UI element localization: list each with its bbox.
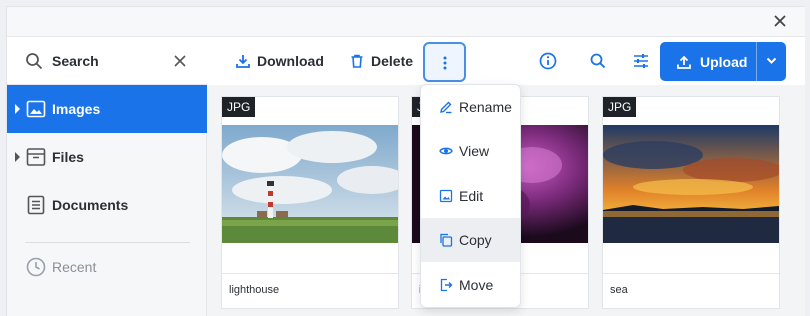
file-manager-window: Search Images Files Documents Recent Dow… bbox=[6, 6, 805, 316]
expand-caret-icon[interactable] bbox=[15, 152, 20, 162]
sidebar-item-label: Images bbox=[52, 101, 101, 117]
trash-icon bbox=[351, 54, 363, 68]
copy-icon bbox=[440, 233, 453, 247]
filter-settings-icon[interactable] bbox=[631, 51, 651, 71]
search-icon[interactable] bbox=[588, 51, 608, 71]
sidebar-item-label: Documents bbox=[52, 197, 129, 213]
search-label: Search bbox=[52, 53, 99, 69]
pencil-icon bbox=[440, 101, 452, 114]
file-card[interactable]: JPG lighthouse bbox=[221, 96, 399, 309]
archive-icon bbox=[26, 148, 46, 166]
file-type-badge: JPG bbox=[603, 97, 637, 117]
upload-dropdown[interactable] bbox=[757, 42, 786, 81]
download-label: Download bbox=[257, 53, 324, 69]
upload-main[interactable]: Upload bbox=[660, 42, 756, 81]
card-divider bbox=[222, 273, 398, 274]
delete-label: Delete bbox=[371, 53, 414, 69]
menu-item-label: Rename bbox=[459, 99, 512, 115]
chevron-down-icon bbox=[766, 57, 777, 64]
delete-button[interactable]: Delete bbox=[349, 49, 413, 73]
sidebar-item-documents[interactable]: Documents bbox=[7, 181, 207, 229]
close-icon[interactable] bbox=[773, 14, 787, 28]
move-icon bbox=[440, 278, 453, 292]
menu-item-label: Move bbox=[459, 277, 494, 293]
file-name: sea bbox=[610, 284, 628, 296]
toolbar: Download Delete Upload bbox=[207, 37, 805, 85]
context-menu: Rename View Edit Copy Move bbox=[420, 84, 521, 308]
title-bar bbox=[7, 7, 805, 37]
sea-thumbnail bbox=[603, 125, 779, 243]
menu-item-label: View bbox=[459, 143, 490, 159]
image-edit-icon bbox=[439, 189, 453, 203]
search-icon bbox=[26, 53, 43, 70]
download-button[interactable]: Download bbox=[235, 49, 324, 73]
download-icon bbox=[236, 55, 250, 68]
menu-item-copy[interactable]: Copy bbox=[421, 218, 520, 262]
file-name: lighthouse bbox=[229, 284, 280, 296]
menu-item-edit[interactable]: Edit bbox=[421, 174, 520, 218]
menu-item-move[interactable]: Move bbox=[421, 263, 520, 307]
sidebar-item-label: Recent bbox=[52, 259, 97, 275]
clock-icon bbox=[26, 257, 46, 277]
expand-caret-icon[interactable] bbox=[15, 104, 20, 114]
menu-item-view[interactable]: View bbox=[421, 129, 520, 173]
document-icon bbox=[27, 195, 45, 215]
upload-button[interactable]: Upload bbox=[660, 42, 786, 81]
info-icon[interactable] bbox=[538, 51, 558, 71]
sidebar-item-recent[interactable]: Recent bbox=[7, 243, 207, 291]
sidebar-search[interactable]: Search bbox=[7, 37, 207, 85]
file-card[interactable]: JPG sea bbox=[602, 96, 780, 309]
sidebar-item-files[interactable]: Files bbox=[7, 133, 207, 181]
eye-icon bbox=[439, 147, 453, 155]
lighthouse-thumbnail bbox=[222, 125, 398, 243]
card-divider bbox=[603, 273, 779, 274]
menu-item-label: Copy bbox=[459, 232, 492, 248]
upload-icon bbox=[677, 55, 691, 69]
image-icon bbox=[26, 100, 46, 118]
more-options-button[interactable] bbox=[423, 42, 466, 82]
more-vertical-icon bbox=[443, 56, 447, 70]
clear-search-icon[interactable] bbox=[173, 54, 187, 68]
sidebar: Search Images Files Documents Recent bbox=[7, 37, 207, 316]
menu-item-rename[interactable]: Rename bbox=[421, 85, 520, 129]
upload-label: Upload bbox=[700, 53, 748, 70]
sidebar-item-label: Files bbox=[52, 149, 84, 165]
menu-item-label: Edit bbox=[459, 188, 484, 204]
sidebar-item-images[interactable]: Images bbox=[7, 85, 207, 133]
file-type-badge: JPG bbox=[222, 97, 256, 117]
